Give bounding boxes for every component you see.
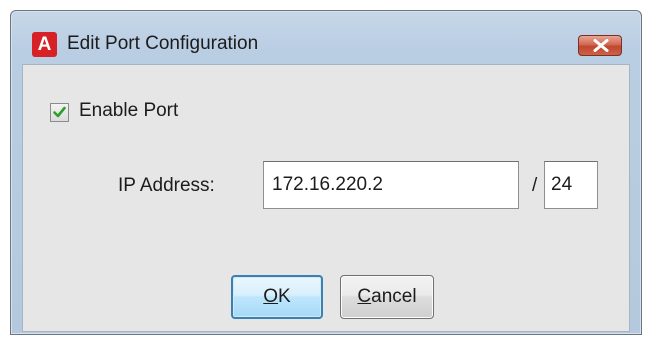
app-logo-icon: A bbox=[32, 32, 57, 57]
enable-port-checkbox[interactable] bbox=[50, 103, 69, 122]
close-button[interactable] bbox=[578, 35, 622, 56]
title-bar[interactable]: A Edit Port Configuration bbox=[11, 11, 641, 63]
enable-port-label[interactable]: Enable Port bbox=[79, 100, 178, 122]
ip-address-label: IP Address: bbox=[118, 175, 215, 196]
prefix-length-input[interactable] bbox=[544, 161, 598, 209]
cancel-button[interactable]: Cancel bbox=[340, 275, 434, 319]
cancel-label-rest: ancel bbox=[371, 286, 417, 307]
cancel-mnemonic: C bbox=[357, 286, 372, 307]
ok-label-rest: K bbox=[278, 286, 291, 307]
edit-port-dialog: A Edit Port Configuration Enable Port IP… bbox=[10, 10, 642, 335]
dialog-content: Enable Port IP Address: / OK Cancel bbox=[22, 64, 630, 332]
ok-mnemonic: O bbox=[263, 286, 279, 307]
prefix-separator: / bbox=[532, 175, 538, 196]
close-icon bbox=[593, 39, 609, 52]
dialog-title: Edit Port Configuration bbox=[67, 33, 259, 54]
ip-address-input[interactable] bbox=[263, 161, 519, 209]
ok-button[interactable]: OK bbox=[231, 275, 323, 319]
checkmark-icon bbox=[53, 106, 66, 118]
